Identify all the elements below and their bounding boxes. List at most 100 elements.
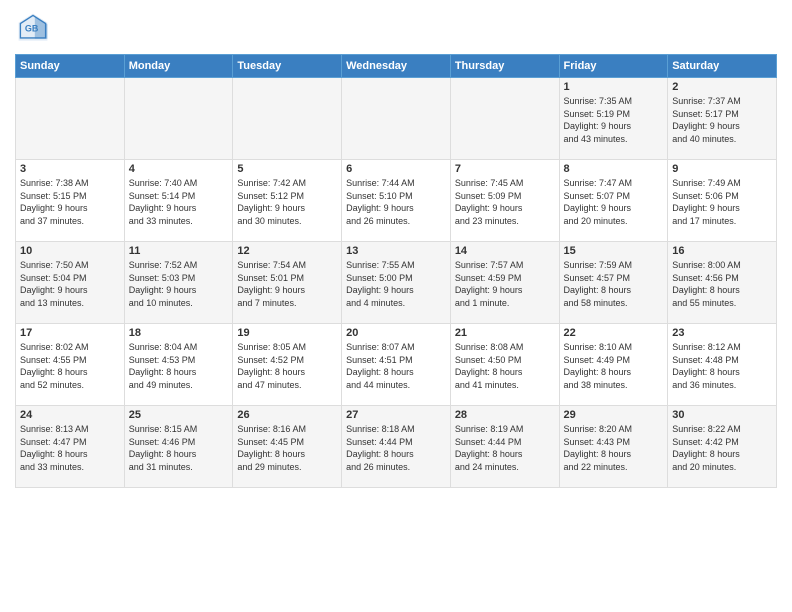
calendar-cell <box>124 78 233 160</box>
page-container: GB SundayMondayTuesdayWednesdayThursdayF… <box>0 0 792 612</box>
day-number: 13 <box>346 245 446 257</box>
day-number: 12 <box>237 245 337 257</box>
day-info: Sunrise: 8:07 AM Sunset: 4:51 PM Dayligh… <box>346 341 446 391</box>
day-info: Sunrise: 8:18 AM Sunset: 4:44 PM Dayligh… <box>346 423 446 473</box>
day-number: 7 <box>455 163 555 175</box>
calendar-cell: 28 Sunrise: 8:19 AM Sunset: 4:44 PM Dayli… <box>450 406 559 488</box>
day-number: 11 <box>129 245 229 257</box>
calendar-cell: 20 Sunrise: 8:07 AM Sunset: 4:51 PM Dayli… <box>342 324 451 406</box>
day-number: 10 <box>20 245 120 257</box>
day-number: 5 <box>237 163 337 175</box>
column-header-sunday: Sunday <box>16 55 125 78</box>
day-number: 18 <box>129 327 229 339</box>
day-info: Sunrise: 8:20 AM Sunset: 4:43 PM Dayligh… <box>564 423 664 473</box>
day-number: 29 <box>564 409 664 421</box>
calendar-cell: 12 Sunrise: 7:54 AM Sunset: 5:01 PM Dayli… <box>233 242 342 324</box>
calendar-cell <box>233 78 342 160</box>
calendar-cell: 24 Sunrise: 8:13 AM Sunset: 4:47 PM Dayli… <box>16 406 125 488</box>
calendar-cell: 29 Sunrise: 8:20 AM Sunset: 4:43 PM Dayli… <box>559 406 668 488</box>
calendar-week-row: 1 Sunrise: 7:35 AM Sunset: 5:19 PM Daylig… <box>16 78 777 160</box>
calendar-cell <box>16 78 125 160</box>
day-number: 28 <box>455 409 555 421</box>
logo-icon: GB <box>15 10 51 46</box>
calendar-cell: 3 Sunrise: 7:38 AM Sunset: 5:15 PM Daylig… <box>16 160 125 242</box>
calendar-cell: 22 Sunrise: 8:10 AM Sunset: 4:49 PM Dayli… <box>559 324 668 406</box>
day-info: Sunrise: 7:47 AM Sunset: 5:07 PM Dayligh… <box>564 177 664 227</box>
column-header-saturday: Saturday <box>668 55 777 78</box>
day-number: 21 <box>455 327 555 339</box>
calendar-cell: 30 Sunrise: 8:22 AM Sunset: 4:42 PM Dayli… <box>668 406 777 488</box>
day-number: 25 <box>129 409 229 421</box>
day-info: Sunrise: 8:22 AM Sunset: 4:42 PM Dayligh… <box>672 423 772 473</box>
calendar-cell: 26 Sunrise: 8:16 AM Sunset: 4:45 PM Dayli… <box>233 406 342 488</box>
column-header-wednesday: Wednesday <box>342 55 451 78</box>
day-info: Sunrise: 7:40 AM Sunset: 5:14 PM Dayligh… <box>129 177 229 227</box>
column-header-thursday: Thursday <box>450 55 559 78</box>
calendar-cell: 1 Sunrise: 7:35 AM Sunset: 5:19 PM Daylig… <box>559 78 668 160</box>
day-info: Sunrise: 8:13 AM Sunset: 4:47 PM Dayligh… <box>20 423 120 473</box>
day-info: Sunrise: 7:54 AM Sunset: 5:01 PM Dayligh… <box>237 259 337 309</box>
day-info: Sunrise: 7:57 AM Sunset: 4:59 PM Dayligh… <box>455 259 555 309</box>
day-info: Sunrise: 7:52 AM Sunset: 5:03 PM Dayligh… <box>129 259 229 309</box>
day-info: Sunrise: 7:37 AM Sunset: 5:17 PM Dayligh… <box>672 95 772 145</box>
day-number: 26 <box>237 409 337 421</box>
calendar-week-row: 3 Sunrise: 7:38 AM Sunset: 5:15 PM Daylig… <box>16 160 777 242</box>
calendar-cell: 14Sunrise: 7:57 AM Sunset: 4:59 PM Dayli… <box>450 242 559 324</box>
day-number: 15 <box>564 245 664 257</box>
calendar-cell: 6Sunrise: 7:44 AM Sunset: 5:10 PM Daylig… <box>342 160 451 242</box>
day-info: Sunrise: 7:38 AM Sunset: 5:15 PM Dayligh… <box>20 177 120 227</box>
calendar-cell: 16 Sunrise: 8:00 AM Sunset: 4:56 PM Dayli… <box>668 242 777 324</box>
day-info: Sunrise: 8:10 AM Sunset: 4:49 PM Dayligh… <box>564 341 664 391</box>
calendar-cell: 13Sunrise: 7:55 AM Sunset: 5:00 PM Dayli… <box>342 242 451 324</box>
svg-text:GB: GB <box>25 24 39 34</box>
day-info: Sunrise: 8:02 AM Sunset: 4:55 PM Dayligh… <box>20 341 120 391</box>
day-number: 1 <box>564 81 664 93</box>
day-info: Sunrise: 8:05 AM Sunset: 4:52 PM Dayligh… <box>237 341 337 391</box>
calendar-cell: 18 Sunrise: 8:04 AM Sunset: 4:53 PM Dayli… <box>124 324 233 406</box>
calendar-cell: 10Sunrise: 7:50 AM Sunset: 5:04 PM Dayli… <box>16 242 125 324</box>
calendar-cell: 2 Sunrise: 7:37 AM Sunset: 5:17 PM Daylig… <box>668 78 777 160</box>
calendar-cell: 17 Sunrise: 8:02 AM Sunset: 4:55 PM Dayli… <box>16 324 125 406</box>
day-number: 23 <box>672 327 772 339</box>
calendar-cell: 5 Sunrise: 7:42 AM Sunset: 5:12 PM Daylig… <box>233 160 342 242</box>
day-info: Sunrise: 8:04 AM Sunset: 4:53 PM Dayligh… <box>129 341 229 391</box>
day-info: Sunrise: 8:00 AM Sunset: 4:56 PM Dayligh… <box>672 259 772 309</box>
day-info: Sunrise: 8:16 AM Sunset: 4:45 PM Dayligh… <box>237 423 337 473</box>
day-info: Sunrise: 8:08 AM Sunset: 4:50 PM Dayligh… <box>455 341 555 391</box>
day-info: Sunrise: 7:59 AM Sunset: 4:57 PM Dayligh… <box>564 259 664 309</box>
calendar-cell: 4Sunrise: 7:40 AM Sunset: 5:14 PM Daylig… <box>124 160 233 242</box>
day-number: 22 <box>564 327 664 339</box>
day-number: 20 <box>346 327 446 339</box>
calendar-week-row: 24 Sunrise: 8:13 AM Sunset: 4:47 PM Dayli… <box>16 406 777 488</box>
day-number: 16 <box>672 245 772 257</box>
day-number: 17 <box>20 327 120 339</box>
calendar-week-row: 17 Sunrise: 8:02 AM Sunset: 4:55 PM Dayli… <box>16 324 777 406</box>
column-header-tuesday: Tuesday <box>233 55 342 78</box>
calendar-cell: 15 Sunrise: 7:59 AM Sunset: 4:57 PM Dayli… <box>559 242 668 324</box>
calendar-cell <box>450 78 559 160</box>
calendar-cell: 21 Sunrise: 8:08 AM Sunset: 4:50 PM Dayli… <box>450 324 559 406</box>
day-number: 2 <box>672 81 772 93</box>
day-info: Sunrise: 7:45 AM Sunset: 5:09 PM Dayligh… <box>455 177 555 227</box>
day-number: 6 <box>346 163 446 175</box>
day-number: 24 <box>20 409 120 421</box>
day-info: Sunrise: 7:42 AM Sunset: 5:12 PM Dayligh… <box>237 177 337 227</box>
calendar-cell: 11 Sunrise: 7:52 AM Sunset: 5:03 PM Dayli… <box>124 242 233 324</box>
page-header: GB <box>15 10 777 46</box>
day-number: 19 <box>237 327 337 339</box>
calendar-cell: 9 Sunrise: 7:49 AM Sunset: 5:06 PM Daylig… <box>668 160 777 242</box>
day-info: Sunrise: 7:49 AM Sunset: 5:06 PM Dayligh… <box>672 177 772 227</box>
day-info: Sunrise: 7:35 AM Sunset: 5:19 PM Dayligh… <box>564 95 664 145</box>
day-number: 30 <box>672 409 772 421</box>
day-number: 8 <box>564 163 664 175</box>
calendar-cell: 25Sunrise: 8:15 AM Sunset: 4:46 PM Dayli… <box>124 406 233 488</box>
day-number: 27 <box>346 409 446 421</box>
day-number: 9 <box>672 163 772 175</box>
calendar-header-row: SundayMondayTuesdayWednesdayThursdayFrid… <box>16 55 777 78</box>
column-header-monday: Monday <box>124 55 233 78</box>
day-number: 3 <box>20 163 120 175</box>
day-info: Sunrise: 8:19 AM Sunset: 4:44 PM Dayligh… <box>455 423 555 473</box>
calendar-cell <box>342 78 451 160</box>
calendar-cell: 19 Sunrise: 8:05 AM Sunset: 4:52 PM Dayli… <box>233 324 342 406</box>
calendar-cell: 23Sunrise: 8:12 AM Sunset: 4:48 PM Dayli… <box>668 324 777 406</box>
